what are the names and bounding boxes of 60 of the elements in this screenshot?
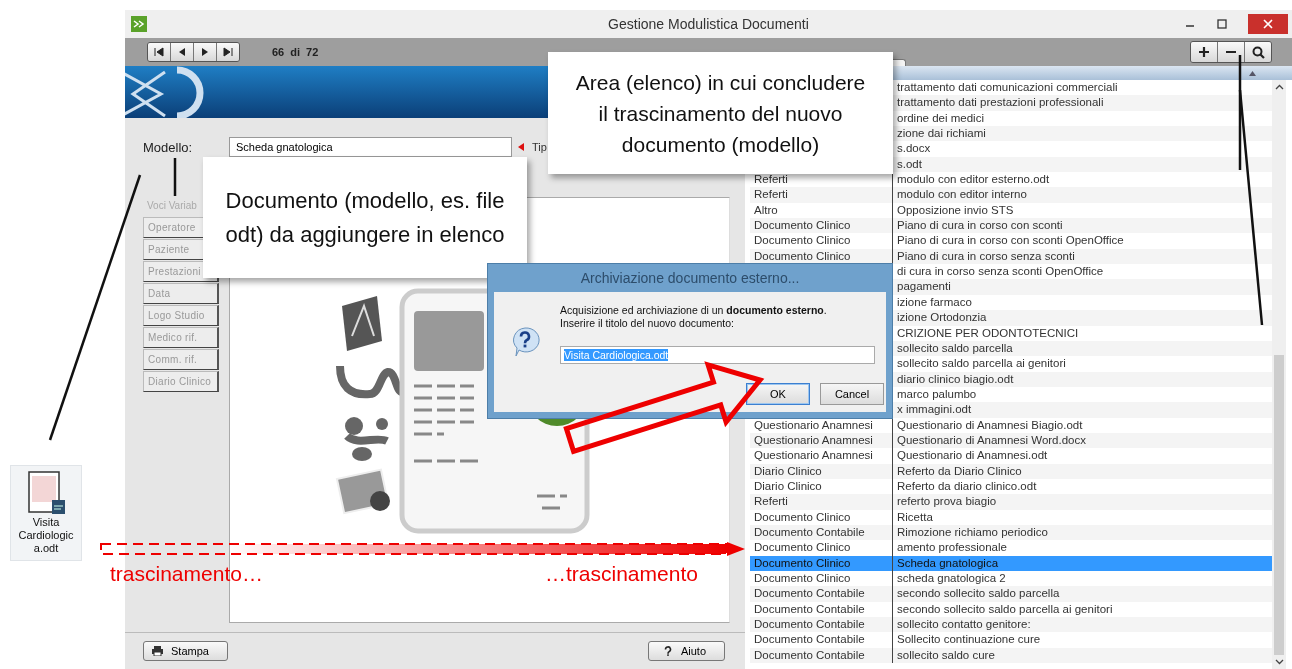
file-name: Visita Cardiologica.odt xyxy=(17,516,75,555)
name-cell-text: izione Ortodonzia xyxy=(896,310,987,326)
type-cell: Documento Contabile xyxy=(750,632,893,648)
name-cell-text: Rimozione richiamo periodico xyxy=(896,524,1048,540)
name-cell-text: CRIZIONE PER ODONTOTECNICI xyxy=(896,325,1079,341)
name-cell-text: Piano di cura in corso senza sconti xyxy=(896,248,1075,264)
name-cell-text: diario clinico biagio.odt xyxy=(896,371,1014,387)
type-cell: Questionario Anamnesi xyxy=(750,448,893,464)
name-cell-text: Piano di cura in corso con sconti xyxy=(896,218,1063,234)
name-cell-text: Referto da diario clinico.odt xyxy=(896,478,1037,494)
name-cell-text: pagamenti xyxy=(896,279,951,295)
name-cell-text: sollecito saldo parcella xyxy=(896,340,1013,356)
name-cell-text: secondo sollecito saldo parcella ai genitori xyxy=(896,601,1113,617)
record-total: 72 xyxy=(306,46,319,58)
name-cell-text: Ricetta xyxy=(896,509,933,525)
annotation-label: …trascinamento xyxy=(545,561,698,587)
name-cell-text: x immagini.odt xyxy=(896,402,972,418)
name-cell-text: Piano di cura in corso con sconti OpenOffice xyxy=(896,233,1124,249)
type-cell: Documento Clinico xyxy=(750,218,893,234)
type-cell: Referti xyxy=(750,494,893,510)
name-cell-text: Questionario di Anamnesi Biagio.odt xyxy=(896,417,1083,433)
type-cell: Documento Clinico xyxy=(750,509,893,525)
record-number: 66 xyxy=(272,46,285,58)
type-cell: Documento Contabile xyxy=(750,617,893,633)
annotation-tooltip: Documento (modello, es. file odt) da aggiungere in elenco xyxy=(203,157,527,278)
name-cell-text: sollecito saldo cure xyxy=(896,647,995,663)
name-cell-text: modulo con editor esterno.odt xyxy=(896,172,1050,188)
annotation-tooltip: Area (elenco) in cui concludere il trascinamento del nuovo documento (modello) xyxy=(548,52,893,174)
name-cell-text: Referto da Diario Clinico xyxy=(896,463,1022,479)
name-cell-text: Questionario di Anamnesi Word.docx xyxy=(896,432,1086,448)
name-cell-text: modulo con editor interno xyxy=(896,187,1027,203)
name-cell-text: trattamento dati prestazioni professionali xyxy=(896,95,1104,111)
type-cell: Documento Clinico xyxy=(750,540,893,556)
model-label: Modello: xyxy=(143,139,194,155)
type-cell: Diario Clinico xyxy=(750,463,893,479)
type-cell: Documento Contabile xyxy=(750,524,893,541)
name-cell-text: s.odt xyxy=(896,156,922,172)
type-cell: Documento Clinico xyxy=(750,233,893,249)
record-of-label: di xyxy=(290,46,301,58)
name-cell-text: scheda gnatologica 2 xyxy=(896,571,1006,586)
annotation-label: trascinamento… xyxy=(110,561,263,587)
variables-heading: Voci Variab xyxy=(146,199,198,213)
window-title: Gestione Modulistica Documenti xyxy=(608,16,809,32)
name-cell-text: Scheda gnatologica xyxy=(896,555,999,571)
type-cell: Questionario Anamnesi xyxy=(750,432,893,449)
type-cell: Documento Contabile xyxy=(750,586,893,602)
name-cell-text: zione dai richiami xyxy=(896,126,986,142)
type-cell: Documento Clinico xyxy=(750,555,893,571)
name-cell-text: referto prova biagio xyxy=(896,494,997,510)
name-cell-text: Opposizione invio STS xyxy=(896,202,1014,218)
type-cell: Documento Contabile xyxy=(750,647,893,664)
name-cell-text: Sollecito continuazione cure xyxy=(896,632,1041,648)
type-label: Tip xyxy=(532,141,547,153)
name-cell-text: Questionario di Anamnesi.odt xyxy=(896,448,1048,464)
name-cell-text: amento professionale xyxy=(896,540,1007,556)
dialog-prompt: Inserire il titolo del nuovo documento: xyxy=(560,317,735,330)
name-cell-text: sollecito contatto genitore: xyxy=(896,617,1031,633)
name-cell-text: sollecito saldo parcella ai genitori xyxy=(896,356,1066,372)
name-cell-text: secondo sollecito saldo parcella xyxy=(896,586,1060,602)
type-cell: Referti xyxy=(750,187,893,203)
